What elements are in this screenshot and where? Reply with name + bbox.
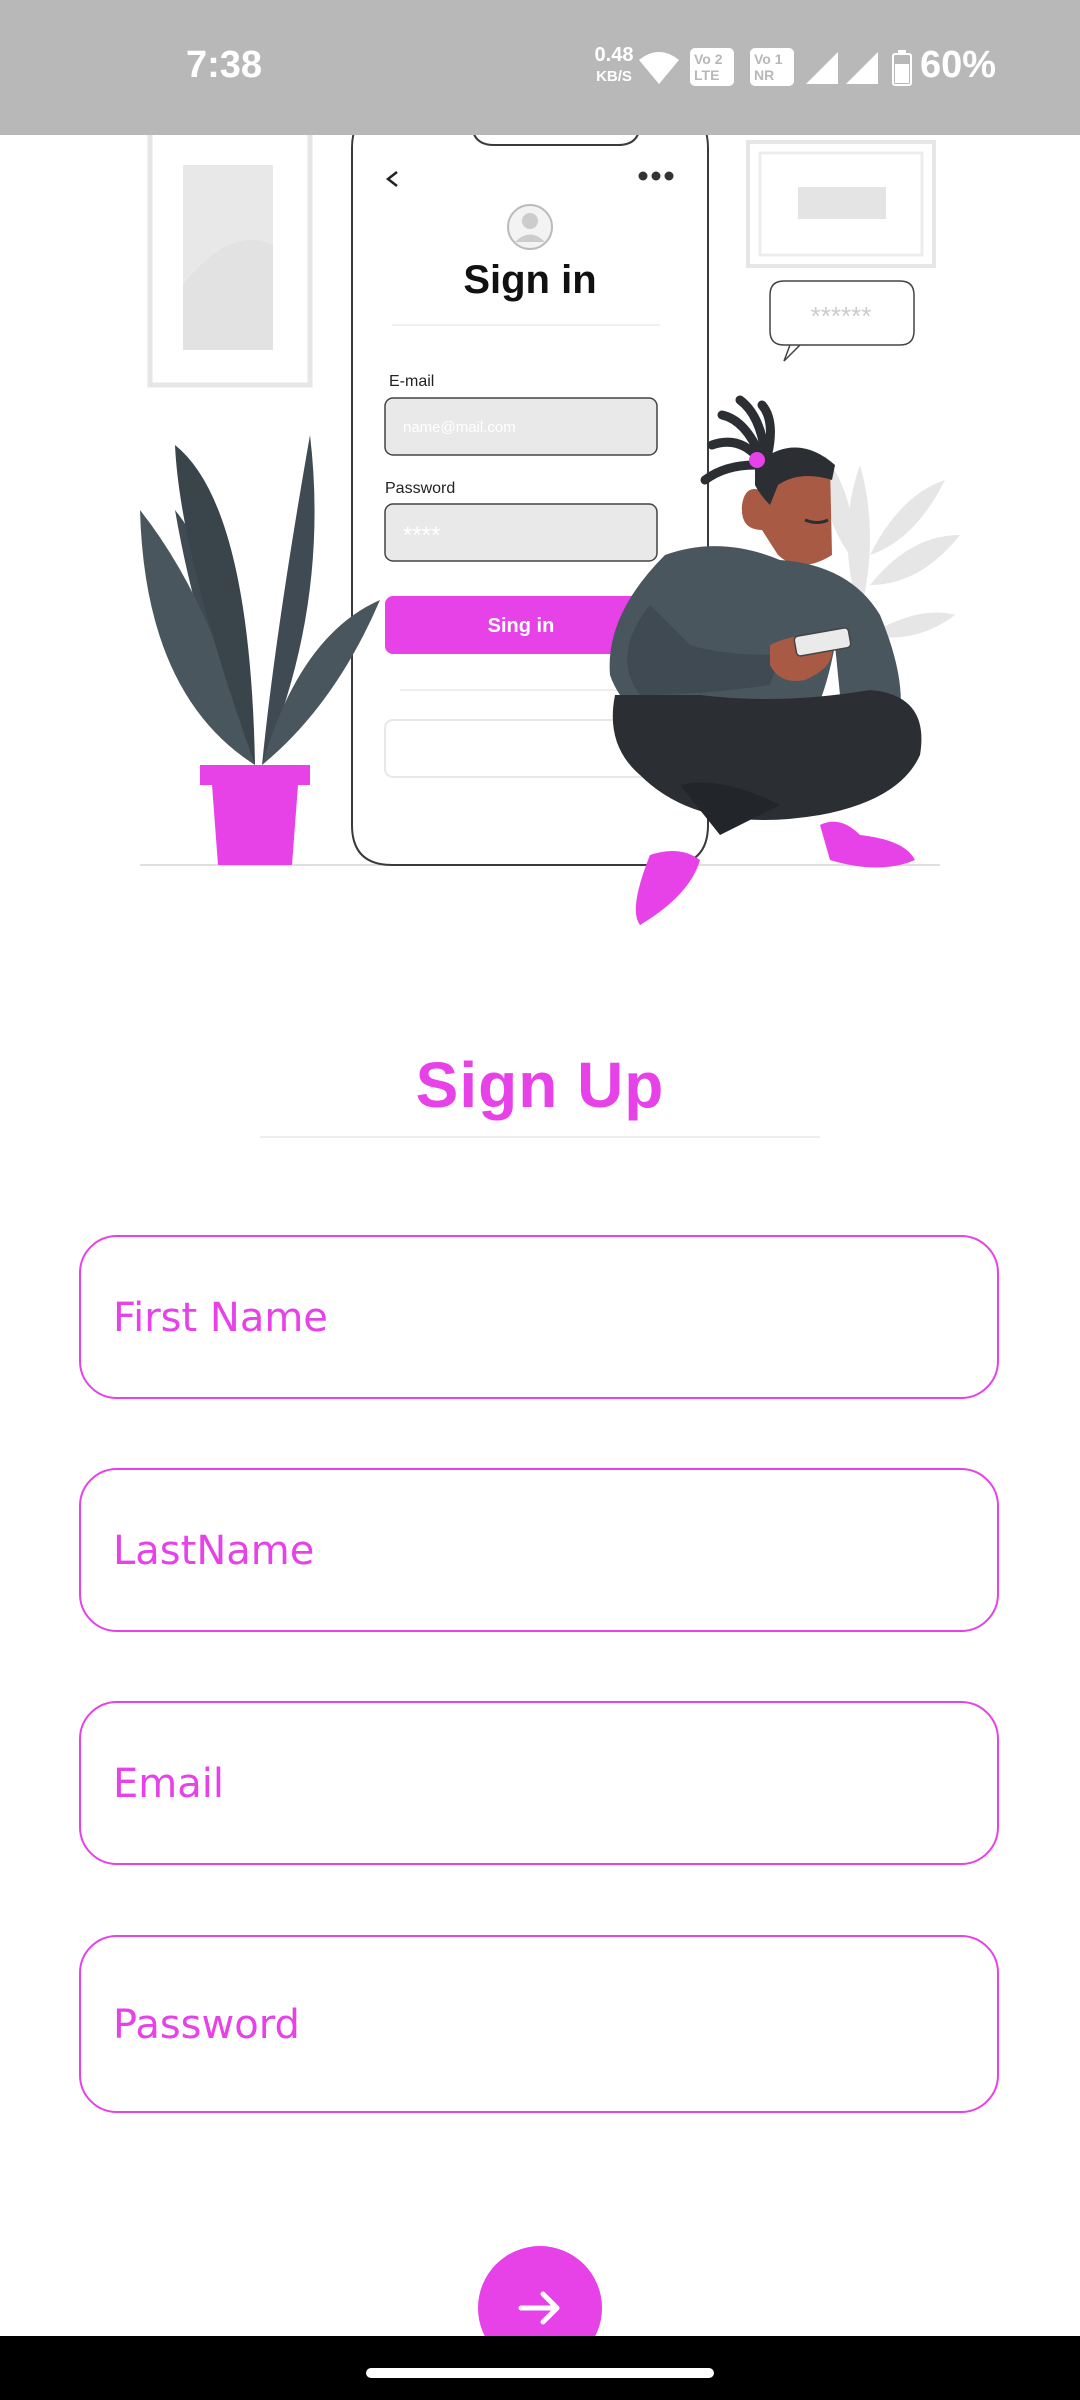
svg-text:Sing in: Sing in (488, 615, 555, 637)
signup-title: Sign Up (415, 1049, 665, 1121)
first-name-input[interactable] (111, 1237, 975, 1399)
status-time: 7:38 (186, 44, 263, 86)
first-name-field[interactable] (79, 1235, 999, 1399)
svg-text:****: **** (403, 522, 440, 549)
arrow-right-icon (518, 2291, 560, 2325)
speech-bubble: ****** (769, 280, 915, 362)
signal-icon (806, 52, 838, 84)
title-divider (260, 1136, 820, 1138)
network-speed-unit: KB/S (596, 68, 632, 85)
email-field[interactable] (79, 1701, 999, 1865)
signal-icon (846, 52, 878, 84)
battery-icon (892, 50, 912, 86)
last-name-field[interactable] (79, 1468, 999, 1632)
last-name-input[interactable] (111, 1470, 975, 1632)
sim1-volte-icon: Vo 2 LTE (690, 48, 734, 86)
wifi-icon (639, 52, 679, 84)
home-gesture-handle[interactable] (366, 2368, 714, 2378)
svg-text:Sign in: Sign in (463, 258, 596, 302)
wall-frame-right (746, 140, 936, 268)
potted-plant (140, 435, 380, 865)
status-bar: 7:38 0.48 KB/S Vo 2 LTE Vo 1 NR 60% (0, 0, 1080, 135)
battery-percent: 60% (920, 44, 997, 86)
svg-text:Password: Password (385, 480, 455, 497)
svg-text:******: ****** (811, 301, 872, 331)
network-speed: 0.48 KB/S (584, 44, 644, 88)
svg-text:name@mail.com: name@mail.com (403, 419, 516, 436)
email-input[interactable] (111, 1703, 975, 1865)
svg-text:E-mail: E-mail (389, 373, 434, 390)
wall-frame-left (147, 135, 313, 388)
password-input[interactable] (111, 1937, 975, 2113)
password-field[interactable] (79, 1935, 999, 2113)
sim2-volte-icon: Vo 1 NR (750, 48, 794, 86)
network-speed-value: 0.48 (594, 44, 634, 66)
signin-illustration: Sign in E-mail name@mail.com Password **… (140, 135, 960, 925)
